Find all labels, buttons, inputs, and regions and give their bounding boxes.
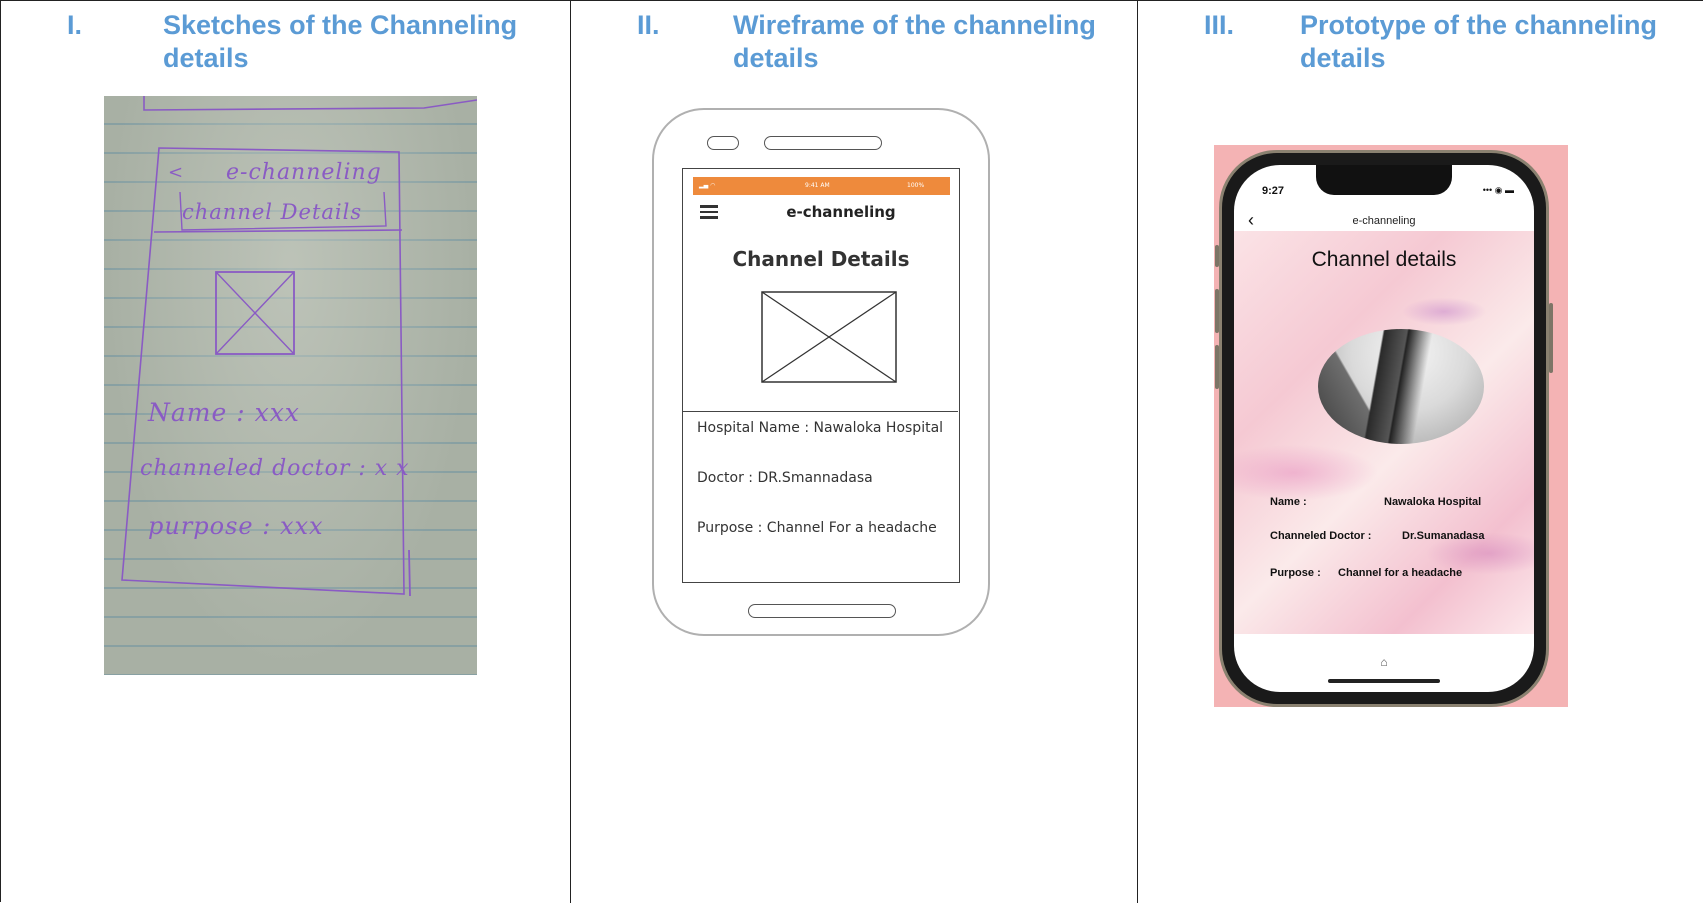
wireframe-phone: ▂▄ ◠ 9:41 AM 100% e-channeling Channel D… [652,108,990,636]
heading-numeral: II. [637,10,660,40]
prototype-phone: 9:27 ••• ◉ ▬ ‹ e-channeling Channel deta… [1215,150,1553,707]
volume-up-button [1215,289,1219,333]
home-icon[interactable]: ⌂ [1234,655,1534,669]
wireframe-screen: ▂▄ ◠ 9:41 AM 100% e-channeling Channel D… [682,168,960,583]
signal-icon: ▂▄ ◠ [699,182,716,189]
sketch-screen-title: channel Details [182,200,363,224]
prototype-app-title: e-channeling [1352,215,1416,227]
heading-numeral: III. [1204,10,1235,40]
home-button-icon [748,604,896,618]
doctor-label: Channeled Doctor : [1270,530,1372,542]
sketch-doctor-line: channeled doctor : x x [140,456,410,481]
camera-icon [707,136,739,150]
image-placeholder-icon [761,291,897,383]
name-value: Nawaloka Hospital [1384,496,1482,508]
status-time: 9:27 [1262,185,1285,197]
status-icons: ••• ◉ ▬ [1482,185,1514,195]
purpose-line: Purpose : Channel For a headache [697,520,937,536]
building-photo [1318,329,1484,444]
prototype-screen: 9:27 ••• ◉ ▬ ‹ e-channeling Channel deta… [1234,165,1534,692]
speaker-icon [764,136,882,150]
sketch-back-icon: < [168,162,185,183]
prototype-screen-title: Channel details [1311,248,1457,271]
purpose-value: Channel for a headache [1338,567,1463,579]
sketch-name-line: Name : xxx [148,398,300,427]
purpose-label: Purpose : [1270,567,1321,579]
status-bar: ▂▄ ◠ 9:41 AM 100% [693,177,950,195]
battery-label: 100% [907,182,925,189]
sketch-app-title: e-channeling [226,160,382,185]
wireframe-info-panel: Hospital Name : Nawaloka Hospital Doctor… [683,411,958,581]
mute-switch [1215,245,1219,267]
heading-text: Sketches of the Channeling details [163,10,518,73]
doctor-value: Dr.Sumanadasa [1402,530,1485,542]
heading-numeral: I. [67,10,83,40]
doctor-line: Doctor : DR.Smannadasa [697,470,873,486]
hospital-line: Hospital Name : Nawaloka Hospital [697,420,944,436]
status-time: 9:41 AM [805,182,830,189]
wireframe-app-title: e-channeling [786,203,896,221]
volume-down-button [1215,345,1219,389]
phone-notch [1316,165,1452,195]
power-button [1549,303,1553,373]
name-label: Name : [1270,496,1307,508]
sketch-photo: < e-channeling channel Details Name : xx… [104,96,477,675]
wireframe-screen-title: Channel Details [732,247,910,271]
heading-text: Wireframe of the channeling details [733,10,1096,73]
heading-text: Prototype of the channeling details [1300,10,1658,73]
sketch-purpose-line: purpose : xxx [148,512,324,540]
home-indicator [1328,679,1440,683]
